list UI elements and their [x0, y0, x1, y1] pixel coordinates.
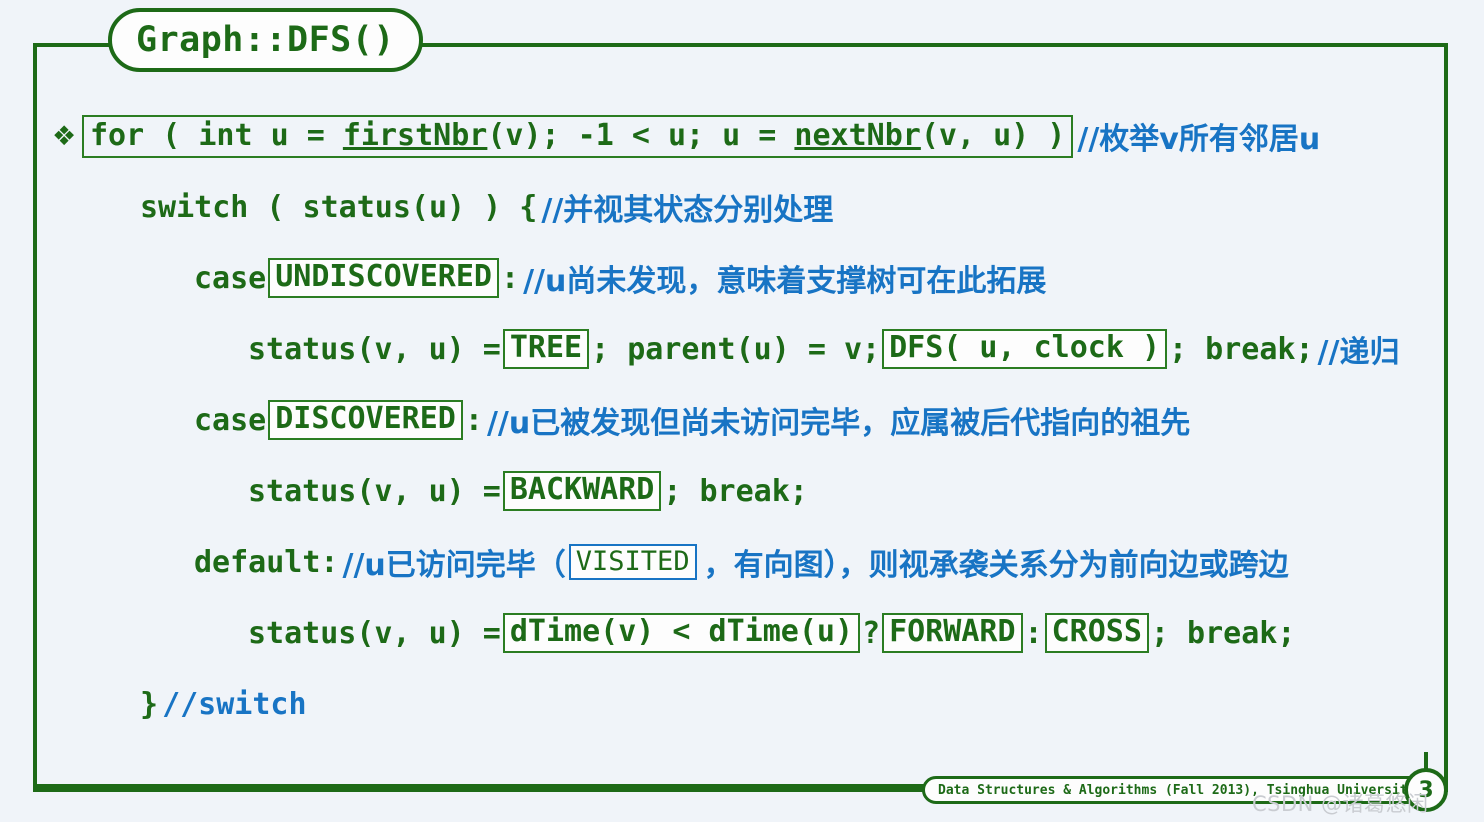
parent-assign: ; parent(u) = v; — [591, 331, 881, 367]
keyword-box-forward: FORWARD — [882, 613, 1023, 653]
comment-switch: //并视其状态分别处理 — [541, 193, 834, 228]
case-keyword-2: case — [194, 402, 267, 438]
slide-title-badge: Graph::DFS() — [108, 8, 423, 72]
comment-recursion: //递归 — [1317, 335, 1400, 370]
nextNbr-call: nextNbr — [794, 117, 921, 153]
code-line-status-forward-cross: status(v, u) = dTime(v) < dTime(u) ? FOR… — [52, 609, 1448, 657]
page-title: Graph::DFS() — [136, 20, 395, 60]
condition-box-dtime: dTime(v) < dTime(u) — [502, 613, 861, 653]
code-line-status-tree: status(v, u) = TREE ; parent(u) = v; DFS… — [52, 325, 1448, 373]
for-statement-box: for ( int u = firstNbr(v); -1 < u; u = n… — [82, 114, 1074, 158]
csdn-watermark: CSDN @诸葛悠闲 — [1252, 792, 1429, 816]
slide-canvas: Graph::DFS() ❖ for ( int u = firstNbr(v)… — [0, 0, 1484, 822]
keyword-box-dfs-call: DFS( u, clock ) — [882, 329, 1168, 369]
switch-statement: switch ( status(u) ) { — [140, 189, 538, 225]
ternary-question: ? — [862, 615, 881, 651]
status-assign-pre: status(v, u) = — [248, 331, 501, 367]
comment-default-a: //u已访问完毕（ — [342, 548, 566, 583]
closing-brace: } — [140, 686, 159, 722]
case-keyword: case — [194, 260, 267, 296]
break-statement-cross: ; break; — [1150, 615, 1296, 651]
for-stmt-a: for ( int u = — [90, 117, 343, 153]
for-stmt-c: (v, u) ) — [920, 117, 1066, 153]
keyword-box-tree: TREE — [502, 329, 590, 369]
status-assign-pre-2: status(v, u) = — [248, 473, 501, 509]
code-line-case-discovered: case DISCOVERED : //u已被发现但尚未访问完毕，应属被后代指向… — [52, 396, 1448, 444]
bullet-diamond-icon: ❖ — [52, 120, 77, 152]
keyword-box-backward: BACKWARD — [502, 471, 662, 511]
case-colon: : — [501, 260, 520, 296]
code-line-switch: switch ( status(u) ) { //并视其状态分别处理 — [52, 183, 1448, 231]
code-line-close-switch: } //switch — [52, 680, 1448, 728]
code-block: ❖ for ( int u = firstNbr(v); -1 < u; u =… — [52, 112, 1448, 762]
code-line-status-backward: status(v, u) = BACKWARD ; break; — [52, 467, 1448, 515]
keyword-box-cross: CROSS — [1044, 613, 1149, 653]
code-line-default: default: //u已访问完毕（ VISITED ，有向图），则视承袭关系分为前… — [52, 538, 1448, 586]
firstNbr-call: firstNbr — [342, 117, 488, 153]
comment-enumerate-neighbors: //枚举v所有邻居u — [1077, 122, 1321, 157]
keyword-box-discovered: DISCOVERED — [268, 400, 463, 440]
keyword-box-undiscovered: UNDISCOVERED — [268, 258, 499, 298]
break-statement-tree: ; break; — [1169, 331, 1314, 367]
ternary-colon: : — [1024, 615, 1043, 651]
code-line-for: ❖ for ( int u = firstNbr(v); -1 < u; u =… — [52, 112, 1448, 160]
code-line-case-undiscovered: case UNDISCOVERED : //u尚未发现，意味着支撑树可在此拓展 — [52, 254, 1448, 302]
comment-switch-end: //switch — [162, 686, 307, 722]
status-assign-pre-3: status(v, u) = — [248, 615, 501, 651]
break-statement-backward: ; break; — [663, 473, 808, 509]
comment-default-b: ，有向图），则视承袭关系分为前向边或跨边 — [703, 548, 1289, 583]
keyword-box-visited: VISITED — [568, 543, 697, 581]
default-keyword: default: — [194, 544, 339, 580]
comment-discovered: //u已被发现但尚未访问完毕，应属被后代指向的祖先 — [486, 406, 1191, 441]
comment-undiscovered: //u尚未发现，意味着支撑树可在此拓展 — [523, 264, 1047, 299]
case-colon-2: : — [464, 402, 483, 438]
for-stmt-b: (v); -1 < u; u = — [487, 117, 795, 153]
